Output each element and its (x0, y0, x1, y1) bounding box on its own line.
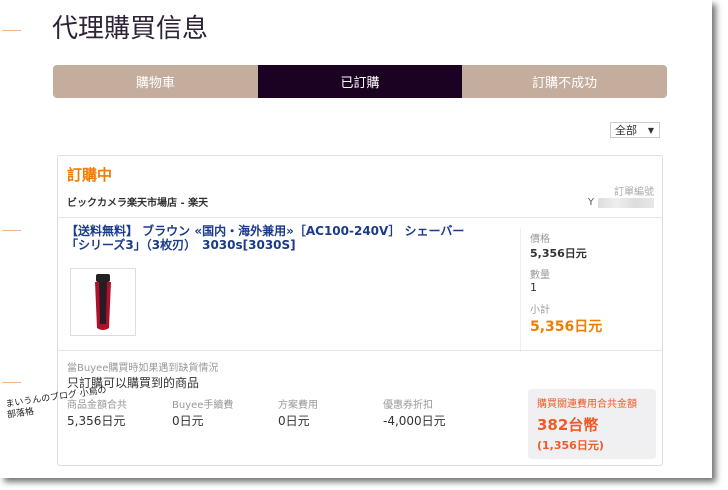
page-title: 代理購買信息 (52, 14, 209, 44)
tab-ordered[interactable]: 已訂購 (257, 65, 463, 98)
product-image[interactable] (70, 268, 136, 336)
fee-label: Buyee手續費 (172, 400, 234, 411)
total-twd: 382台幣 (537, 416, 599, 434)
subtotal-label: 小計 (530, 305, 550, 316)
tab-order-failed[interactable]: 訂購不成功 (462, 65, 667, 98)
tab-bar: 購物車 已訂購 訂購不成功 (53, 65, 667, 98)
filter-value: 全部 (615, 124, 637, 137)
total-jpy: (1,356日元) (537, 439, 604, 452)
store-name[interactable]: ビックカメラ楽天市場店 - 楽天 (67, 194, 208, 209)
page: 代理購買信息 購物車 已訂購 訂購不成功 全部 ▼ 訂購中 ビックカメラ楽天市場… (0, 0, 712, 478)
column-divider (520, 228, 521, 352)
decor-line (2, 30, 21, 31)
quantity-value: 1 (530, 281, 537, 294)
order-number-value: Y (587, 197, 594, 208)
subtotal-value: 5,356日元 (530, 319, 603, 335)
decor-line (2, 230, 21, 231)
order-card: 訂購中 ビックカメラ楽天市場店 - 楽天 訂單編號 Y 【送料無料】 ブラウン … (57, 155, 663, 466)
chevron-down-icon: ▼ (647, 125, 654, 135)
fee-label: 方案費用 (278, 400, 318, 411)
fee-value: 0日元 (278, 414, 310, 428)
product-title[interactable]: 【送料無料】 ブラウン «国内・海外兼用»［AC100-240V］ シェーバー「… (66, 224, 486, 252)
total-label: 購買關連費用合共金額 (537, 399, 637, 410)
total-summary: 購買關連費用合共金額 382台幣 (1,356日元) (528, 389, 656, 459)
price-value: 5,356日元 (530, 247, 587, 260)
filter-select[interactable]: 全部 ▼ (610, 122, 660, 138)
shaver-icon (95, 274, 111, 330)
redacted-block (598, 197, 654, 208)
price-label: 價格 (530, 234, 550, 245)
order-number-label: 訂單編號 (614, 187, 654, 198)
divider (58, 350, 662, 351)
tab-cart[interactable]: 購物車 (53, 65, 258, 98)
fee-label: 優惠券折扣 (383, 400, 433, 411)
divider (58, 217, 662, 218)
decor-line (2, 382, 21, 383)
quantity-label: 數量 (530, 270, 550, 281)
fee-value: -4,000日元 (383, 414, 446, 428)
order-status: 訂購中 (67, 166, 113, 184)
order-number: Y (588, 197, 654, 208)
out-of-stock-label: 當Buyee購買時如果遇到缺貨情況 (67, 363, 219, 374)
fee-value: 0日元 (172, 414, 204, 428)
fee-value: 5,356日元 (67, 414, 126, 428)
